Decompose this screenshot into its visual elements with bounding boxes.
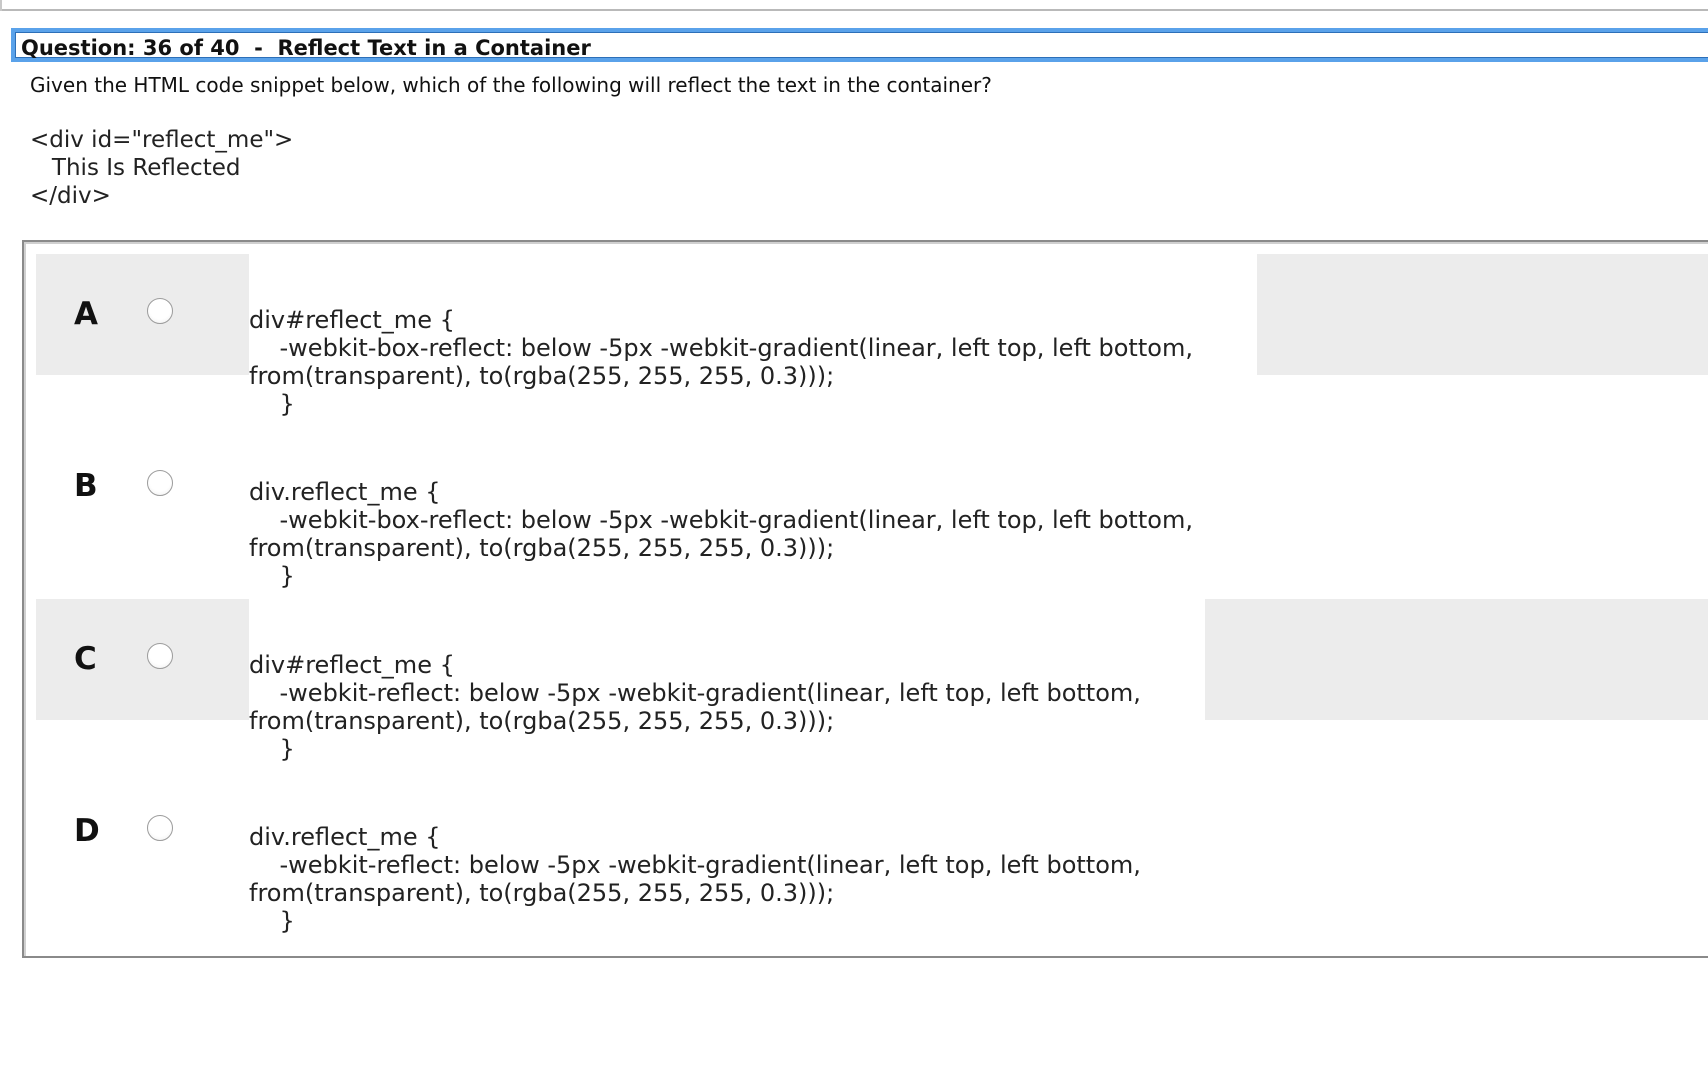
question-prompt: Given the HTML code snippet below, which… (30, 73, 992, 97)
top-divider (0, 0, 1708, 11)
answer-letter-c: C (74, 641, 97, 677)
answer-radio-b[interactable] (147, 470, 173, 496)
answer-code-a: div#reflect_me { -webkit-box-reflect: be… (249, 254, 1257, 418)
answer-option-d[interactable]: D div.reflect_me { -webkit-reflect: belo… (36, 771, 1708, 935)
answer-letter-d: D (74, 813, 100, 849)
answer-code-d: div.reflect_me { -webkit-reflect: below … (249, 823, 1141, 935)
question-header: Question: 36 of 40 - Reflect Text in a C… (11, 28, 1708, 62)
answer-option-a[interactable]: A div#reflect_me { -webkit-box-reflect: … (36, 254, 1708, 418)
answer-radio-c[interactable] (147, 643, 173, 669)
answer-radio-d[interactable] (147, 815, 173, 841)
question-title: Question: 36 of 40 - Reflect Text in a C… (21, 36, 591, 60)
answer-letter-b: B (74, 468, 98, 504)
answer-code-c: div#reflect_me { -webkit-reflect: below … (249, 599, 1205, 763)
html-code-snippet: <div id="reflect_me"> This Is Reflected … (30, 127, 294, 209)
answer-code-b: div.reflect_me { -webkit-box-reflect: be… (249, 478, 1193, 590)
answer-letter-a: A (74, 296, 98, 332)
answer-option-b[interactable]: B div.reflect_me { -webkit-box-reflect: … (36, 426, 1708, 590)
top-divider-edge (0, 0, 2, 11)
answer-radio-a[interactable] (147, 298, 173, 324)
answer-option-c[interactable]: C div#reflect_me { -webkit-reflect: belo… (36, 599, 1708, 763)
